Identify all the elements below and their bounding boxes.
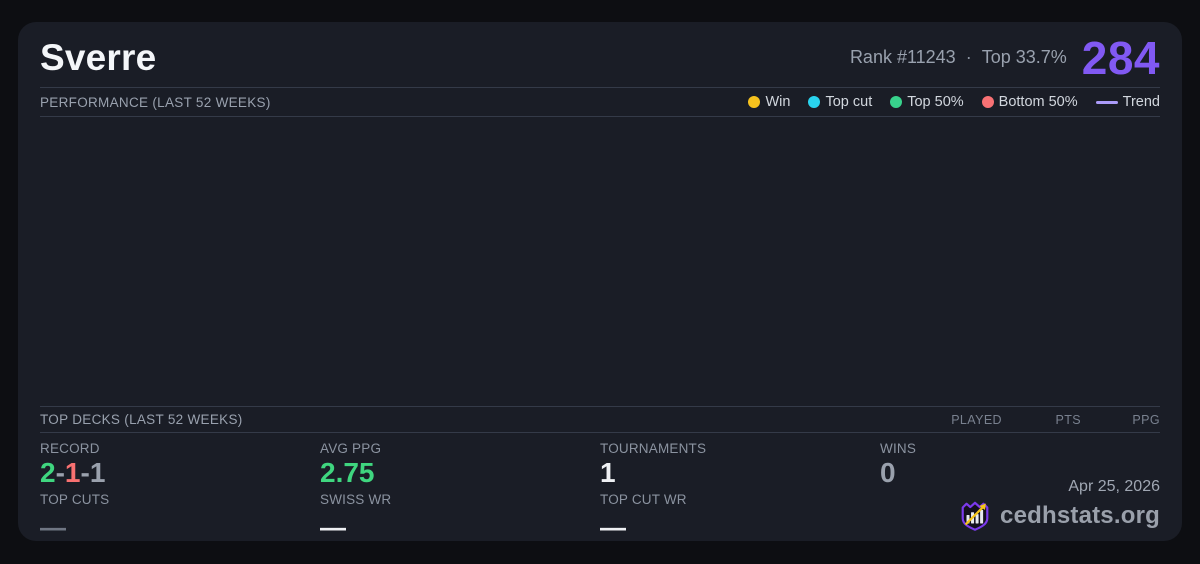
legend-label: Top 50% [907,94,964,110]
top-decks-section-bar: TOP DECKS (LAST 52 WEEKS) PLAYED PTS PPG [40,406,1160,433]
top-cut-wr-label: TOP CUT WR [600,491,687,507]
tournaments-value: 1 [600,457,616,488]
performance-section-bar: PERFORMANCE (LAST 52 WEEKS) Win Top cut … [40,87,1160,117]
swiss-wr-value: — [320,511,346,542]
tournaments-label: TOURNAMENTS [600,441,707,456]
chart-legend: Win Top cut Top 50% Bottom 50% Trend [748,94,1160,110]
player-name: Sverre [40,36,157,78]
card-footer: Apr 25, 2026 cedhstats.org [958,478,1160,533]
rank-label: Rank #11243 [849,47,956,67]
wins-label: WINS [880,441,917,456]
column-header-pts: PTS [1055,412,1081,427]
rank-separator: · [965,47,972,67]
brand-row: cedhstats.org [958,499,1160,533]
column-header-played: PLAYED [951,412,1002,427]
record-sep: - [55,457,65,488]
brand-name: cedhstats.org [1000,502,1160,529]
stat-record: RECORD 2-1-1 TOP CUTS — [40,441,320,542]
legend-label: Top cut [825,94,873,110]
cedhstats-shield-logo-icon [961,501,989,531]
performance-chart [40,117,1160,406]
header-right: Rank #11243 · Top 33.7% 284 [850,31,1160,85]
trend-line-icon [1095,100,1118,104]
bottom-50-dot-icon [981,96,994,108]
legend-label: Trend [1122,94,1160,110]
top-cuts-value: — [40,511,66,542]
column-header-ppg: PPG [1132,412,1160,427]
footer-date: Apr 25, 2026 [1068,478,1160,495]
top-decks-column-headers: PLAYED PTS PPG [923,413,1160,427]
record-wins: 2 [40,457,56,488]
record-losses: 1 [64,457,81,488]
legend-item-bottom-50: Bottom 50% [981,94,1078,110]
rank-line: Rank #11243 · Top 33.7% [850,47,1067,68]
top-cut-wr-value: — [600,511,626,542]
avg-ppg-value: 2.75 [320,457,375,488]
record-draws: 1 [89,457,106,488]
top-50-dot-icon [890,96,903,108]
record-value: 2-1-1 [40,457,320,489]
stat-avg-ppg: AVG PPG 2.75 SWISS WR — [320,441,600,542]
player-stats-card: Sverre Rank #11243 · Top 33.7% 284 PERFO… [18,22,1182,541]
win-dot-icon [748,96,761,108]
swiss-wr-label: SWISS WR [320,491,392,507]
legend-label: Bottom 50% [998,94,1078,110]
avg-ppg-label: AVG PPG [320,441,382,456]
legend-item-win: Win [748,94,790,110]
player-score: 284 [1081,31,1160,84]
top-cut-dot-icon [808,96,821,108]
performance-section-title: PERFORMANCE (LAST 52 WEEKS) [40,94,271,110]
top-cuts-label: TOP CUTS [40,491,110,507]
record-sep: - [80,457,90,488]
top-decks-section-title: TOP DECKS (LAST 52 WEEKS) [40,412,243,427]
record-label: RECORD [40,441,100,456]
legend-label: Win [765,94,791,110]
legend-item-top-50: Top 50% [890,94,964,110]
stat-tournaments: TOURNAMENTS 1 TOP CUT WR — [600,441,880,542]
card-header: Sverre Rank #11243 · Top 33.7% 284 [40,22,1160,87]
legend-item-trend: Trend [1095,94,1160,110]
top-percent-label: Top 33.7% [981,47,1067,67]
legend-item-top-cut: Top cut [808,94,872,110]
